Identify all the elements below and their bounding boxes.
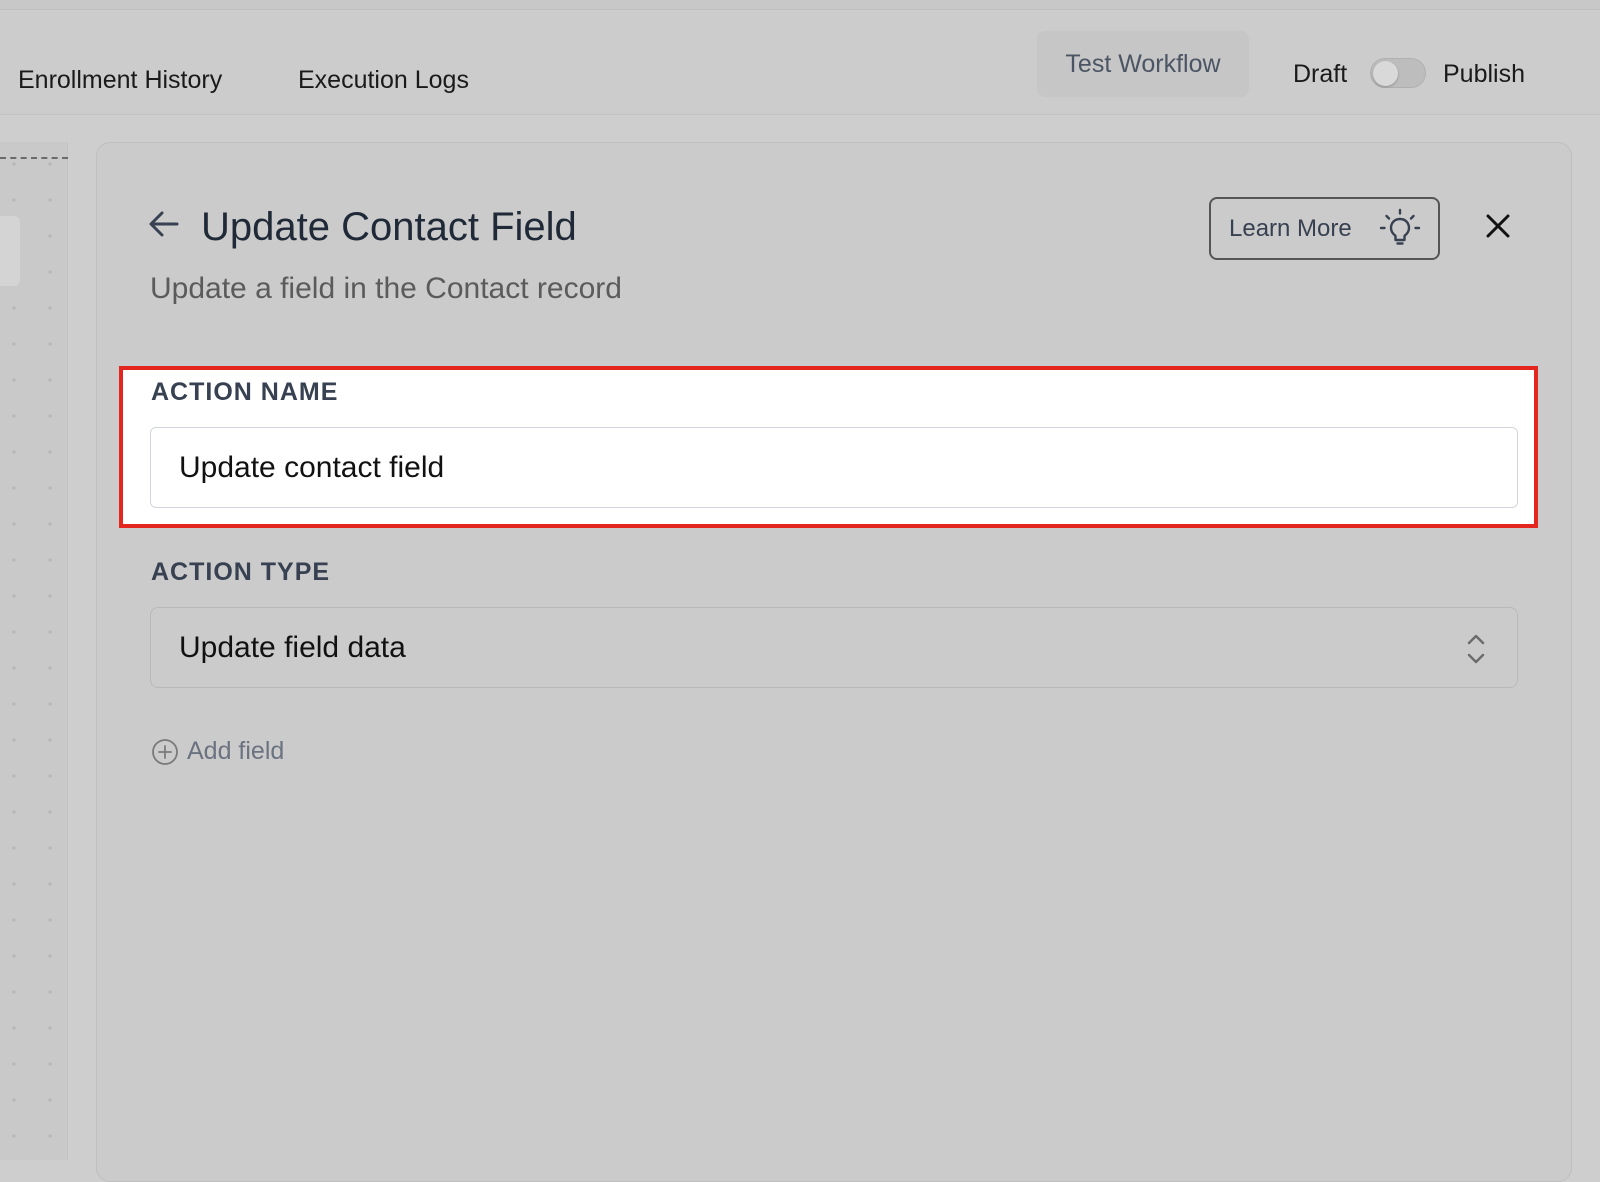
workflow-canvas[interactable] <box>0 142 68 1160</box>
publish-label: Publish <box>1443 60 1525 88</box>
test-workflow-button[interactable]: Test Workflow <box>1037 31 1249 97</box>
panel-subtitle: Update a field in the Contact record <box>150 272 622 305</box>
close-icon[interactable] <box>1484 212 1512 240</box>
add-field-button[interactable]: Add field <box>151 737 284 766</box>
learn-more-label: Learn More <box>1229 214 1352 242</box>
action-name-label: ACTION NAME <box>151 378 339 406</box>
add-field-label: Add field <box>187 737 285 765</box>
learn-more-button[interactable]: Learn More <box>1209 197 1440 260</box>
plus-circle-icon <box>152 738 178 765</box>
panel-title: Update Contact Field <box>201 205 577 249</box>
action-type-select[interactable]: Update field data <box>150 607 1518 688</box>
chevron-up-down-icon <box>1467 634 1485 664</box>
arrow-left-icon[interactable] <box>146 206 182 242</box>
action-type-value: Update field data <box>179 630 406 664</box>
canvas-node[interactable] <box>0 216 20 286</box>
workflow-topbar: Enrollment History Execution Logs Test W… <box>0 11 1600 115</box>
canvas-connector-line <box>0 157 68 159</box>
publish-toggle[interactable] <box>1370 58 1426 88</box>
top-edge <box>0 0 1600 10</box>
toggle-knob <box>1373 61 1398 86</box>
action-type-label: ACTION TYPE <box>151 558 331 586</box>
tab-execution-logs[interactable]: Execution Logs <box>298 66 469 95</box>
lightbulb-icon <box>1379 208 1421 245</box>
tab-enrollment-history[interactable]: Enrollment History <box>18 66 222 95</box>
action-name-input[interactable] <box>150 427 1518 508</box>
draft-label: Draft <box>1293 60 1348 88</box>
